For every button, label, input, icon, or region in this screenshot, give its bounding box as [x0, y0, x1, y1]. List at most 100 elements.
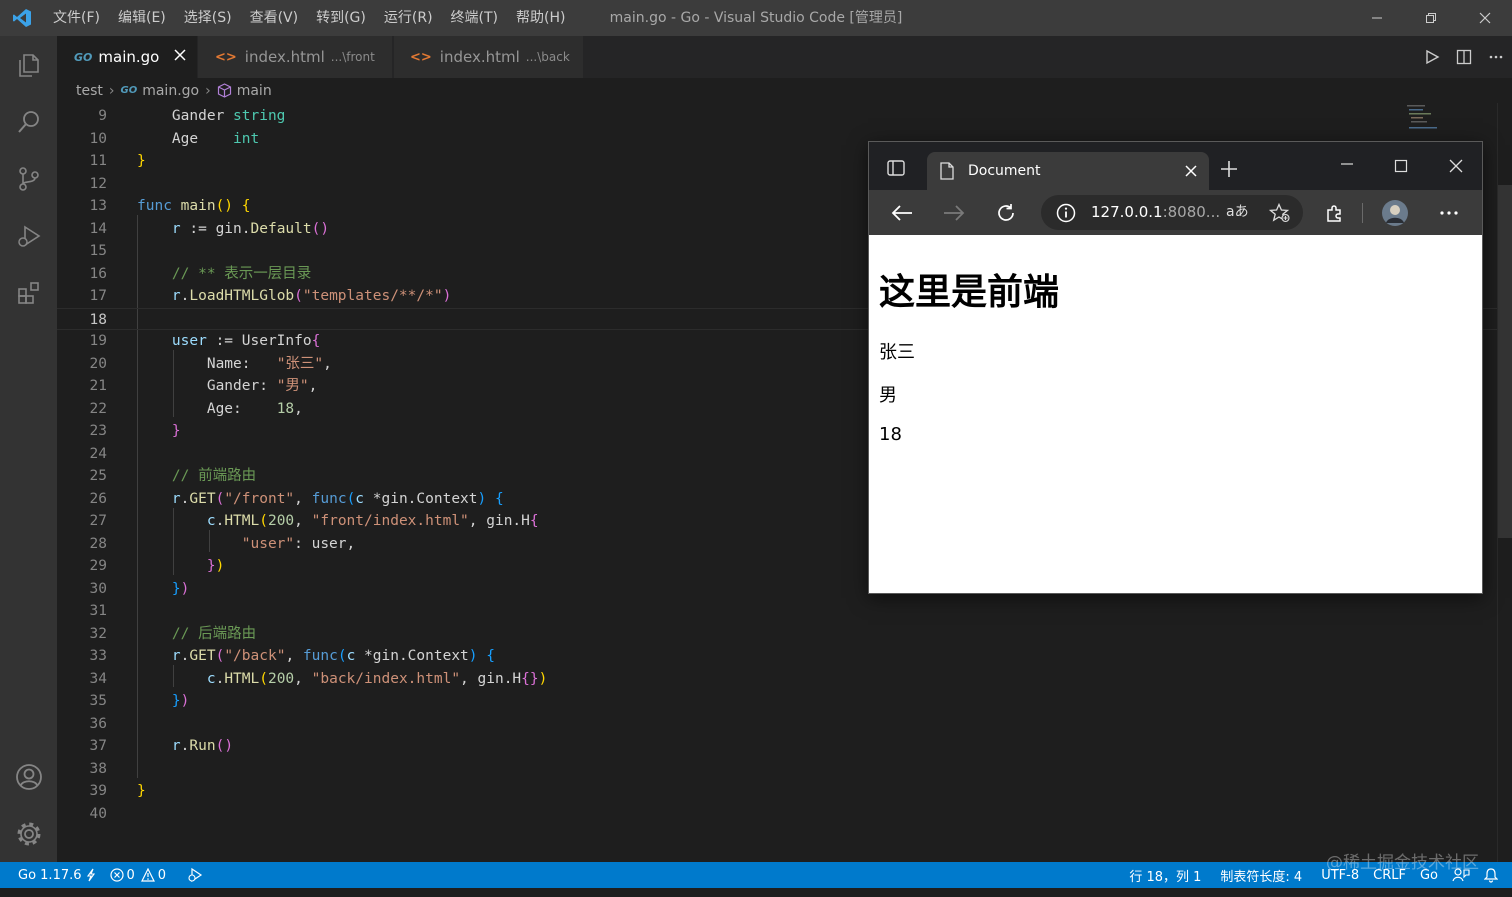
tab-label: main.go: [98, 48, 160, 66]
notifications-bell-icon[interactable]: [1477, 862, 1512, 888]
toolbar-divider: [1362, 203, 1363, 223]
code-line: 34 c.HTML(200, "back/index.html", gin.H{…: [89, 670, 548, 687]
symbol-method-icon: [217, 83, 232, 98]
new-tab-plus-icon[interactable]: [1220, 160, 1238, 182]
forward-arrow-icon[interactable]: [934, 190, 974, 235]
site-info-icon[interactable]: [1056, 203, 1076, 227]
menu-file[interactable]: 文件(F): [44, 0, 109, 36]
code-line: 31: [89, 603, 107, 619]
close-tab-icon[interactable]: [1185, 165, 1197, 181]
browser-maximize-button[interactable]: [1394, 158, 1408, 177]
code-line: 37 r.Run(): [89, 738, 234, 754]
breadcrumb-symbol[interactable]: main: [237, 83, 272, 99]
minimize-button[interactable]: [1350, 0, 1404, 36]
code-line: 9 Gander string: [98, 108, 286, 124]
page-icon: [940, 162, 954, 180]
tab-size-status[interactable]: 制表符长度: 4: [1213, 862, 1309, 888]
watermark-text: @稀土掘金技术社区: [1326, 853, 1479, 873]
go-file-icon: GO: [74, 50, 93, 64]
code-line: 40: [89, 805, 107, 822]
restore-button[interactable]: [1404, 0, 1458, 36]
go-version-status[interactable]: Go 1.17.6: [0, 862, 103, 888]
tab-main-go[interactable]: GO main.go: [57, 36, 197, 78]
run-debug-icon[interactable]: [0, 207, 57, 264]
editor-tab-bar: GO main.go <> index.html ...\front <> in…: [57, 36, 1512, 78]
tab-actions-icon[interactable]: [887, 160, 905, 180]
source-control-icon[interactable]: [0, 150, 57, 207]
browser-tab-strip: Document: [869, 142, 1482, 190]
error-icon: [109, 868, 124, 882]
vscode-logo-icon: [0, 0, 44, 36]
breadcrumb: test › GO main.go › main: [57, 78, 1512, 103]
accounts-icon[interactable]: [0, 748, 57, 805]
browser-page-content: 这里是前端 张三 男 18: [869, 235, 1482, 593]
browser-toolbar: 127.0.0.1:8080... aあ: [869, 190, 1482, 235]
extensions-puzzle-icon[interactable]: [1315, 190, 1355, 235]
code-line: 35 }): [89, 693, 190, 709]
menu-bar: 文件(F) 编辑(E) 选择(S) 查看(V) 转到(G) 运行(R) 终端(T…: [44, 0, 574, 36]
settings-gear-icon[interactable]: [0, 805, 57, 862]
user-age-text: 18: [879, 424, 902, 445]
browser-close-button[interactable]: [1449, 158, 1463, 177]
activity-bar: [0, 36, 57, 862]
more-actions-icon[interactable]: [1480, 36, 1512, 78]
browser-menu-ellipsis-icon[interactable]: [1429, 190, 1469, 235]
bottom-strip: [0, 888, 1512, 897]
explorer-icon[interactable]: [0, 36, 57, 93]
code-line: 38: [89, 760, 107, 777]
address-bar[interactable]: 127.0.0.1:8080... aあ: [1041, 195, 1303, 230]
tab-label: index.html: [439, 48, 520, 66]
url-text[interactable]: 127.0.0.1:8080...: [1091, 195, 1220, 230]
chevron-right-icon: ›: [108, 82, 115, 99]
user-gender-text: 男: [879, 385, 897, 406]
close-window-button[interactable]: [1458, 0, 1512, 36]
close-tab-icon[interactable]: [173, 48, 187, 66]
cursor-position-status[interactable]: 行 18，列 1: [1122, 862, 1208, 888]
browser-tab-document[interactable]: Document: [927, 152, 1209, 190]
menu-go[interactable]: 转到(G): [307, 0, 375, 36]
tab-path: ...\front: [330, 50, 375, 64]
page-heading: 这里是前端: [879, 272, 1060, 313]
html-file-icon: <>: [410, 49, 432, 65]
tab-index-html-back[interactable]: <> index.html ...\back: [394, 36, 584, 78]
run-icon[interactable]: [1416, 36, 1448, 78]
lightning-icon: [86, 868, 96, 882]
browser-tab-title: Document: [968, 163, 1041, 179]
debug-run-icon[interactable]: [173, 862, 210, 888]
warning-icon: [140, 868, 155, 882]
status-bar: Go 1.17.6 0 0 行 18，列 1 制表符长度: 4 UTF-8 CR…: [0, 862, 1512, 888]
go-file-icon: GO: [120, 85, 138, 96]
search-icon[interactable]: [0, 93, 57, 150]
code-line: 39}: [89, 783, 146, 799]
favorites-star-icon[interactable]: [1268, 202, 1291, 227]
menu-terminal[interactable]: 终端(T): [442, 0, 507, 36]
extensions-icon[interactable]: [0, 264, 57, 321]
split-editor-icon[interactable]: [1448, 36, 1480, 78]
user-name-text: 张三: [879, 342, 915, 363]
breadcrumb-file[interactable]: main.go: [142, 83, 199, 99]
menu-view[interactable]: 查看(V): [241, 0, 308, 36]
minimap[interactable]: [1405, 103, 1440, 143]
code-line: 32 // 后端路由: [89, 625, 257, 642]
problems-status[interactable]: 0 0: [103, 862, 174, 888]
browser-window: Document 127.0.0.1:8080... aあ 这里是前端 张三 男…: [868, 141, 1483, 594]
tab-path: ...\back: [525, 50, 570, 64]
menu-edit[interactable]: 编辑(E): [109, 0, 175, 36]
read-aloud-icon[interactable]: aあ: [1226, 195, 1249, 230]
breadcrumb-folder[interactable]: test: [76, 83, 103, 99]
browser-minimize-button[interactable]: [1340, 156, 1354, 175]
editor-scrollbar[interactable]: [1497, 103, 1512, 862]
scrollbar-thumb[interactable]: [1498, 185, 1512, 538]
back-arrow-icon[interactable]: [882, 190, 922, 235]
menu-selection[interactable]: 选择(S): [175, 0, 241, 36]
code-line: 33 r.GET("/back", func(c *gin.Context) {: [89, 648, 495, 664]
title-bar: 文件(F) 编辑(E) 选择(S) 查看(V) 转到(G) 运行(R) 终端(T…: [0, 0, 1512, 36]
code-line: 36: [89, 715, 107, 732]
menu-run[interactable]: 运行(R): [375, 0, 442, 36]
refresh-icon[interactable]: [986, 190, 1026, 235]
menu-help[interactable]: 帮助(H): [507, 0, 574, 36]
tab-label: index.html: [244, 48, 325, 66]
tab-index-html-front[interactable]: <> index.html ...\front: [198, 36, 393, 78]
profile-avatar[interactable]: [1375, 190, 1415, 235]
chevron-right-icon: ›: [205, 82, 211, 99]
